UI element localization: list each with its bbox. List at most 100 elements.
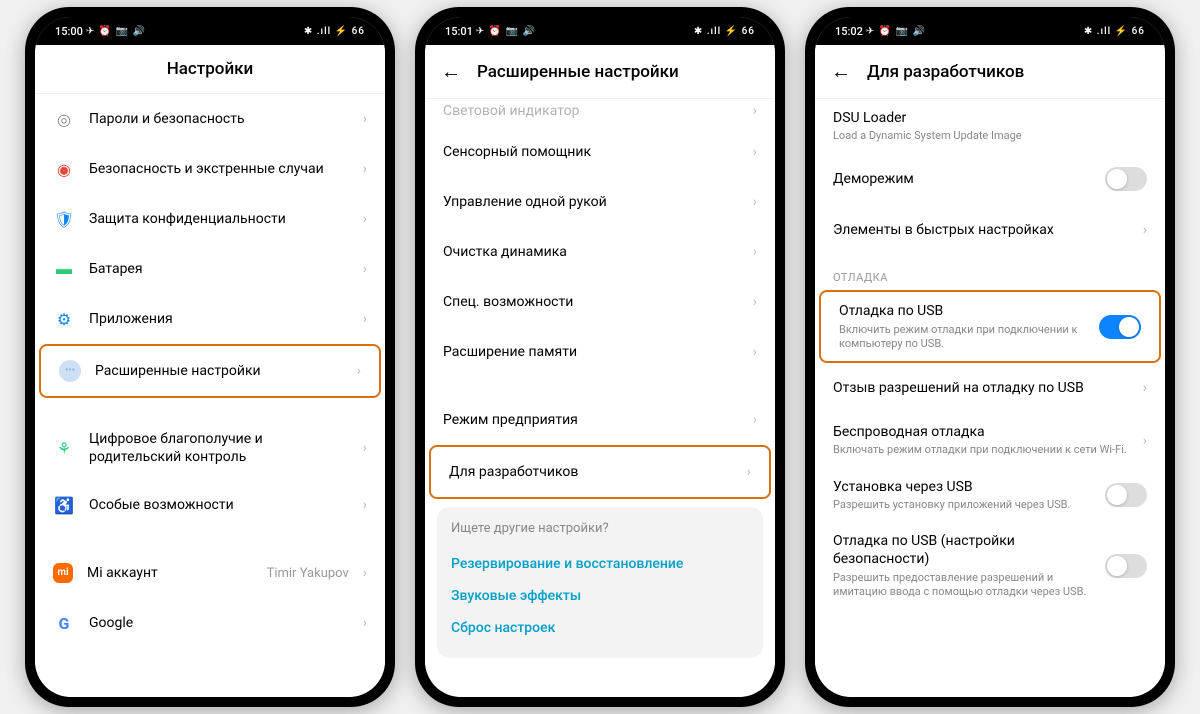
item-wireless-debugging[interactable]: Беспроводная отладка Включать режим отла… bbox=[815, 413, 1165, 467]
item-label: Батарея bbox=[89, 260, 349, 278]
toggle-usb-debugging[interactable] bbox=[1099, 315, 1141, 339]
status-time: 15:01 bbox=[445, 25, 473, 38]
item-usb-debugging[interactable]: Отладка по USB Включить режим отладки пр… bbox=[821, 292, 1159, 361]
item-advanced-settings[interactable]: ••• Расширенные настройки › bbox=[41, 346, 379, 396]
status-right-icons: ✱ .ıll ⚡ 66 bbox=[1084, 26, 1145, 37]
phone-frame-2: 15:01 ✈ ⏰ 📷 🔊 ✱ .ıll ⚡ 66 ← Расширенные … bbox=[415, 7, 785, 707]
item-label: Приложения bbox=[89, 310, 349, 328]
alarm-icon: ◉ bbox=[53, 158, 75, 180]
section-gap bbox=[35, 398, 385, 416]
status-right-icons: ✱ .ıll ⚡ 66 bbox=[694, 26, 755, 37]
item-subtitle: Разрешить предоставление разрешений и им… bbox=[833, 571, 1091, 600]
advanced-list[interactable]: Световой индикатор › Сенсорный помощник … bbox=[425, 99, 775, 697]
item-label: Спец. возможности bbox=[443, 293, 739, 311]
item-label: Отзыв разрешений на отладку по USB bbox=[833, 379, 1129, 397]
phone-frame-1: 15:00 ✈ ⏰ 📷 🔊 ✱ .ıll ⚡ 66 Настройки ◎ Па… bbox=[25, 7, 395, 707]
status-left-icons: ✈ ⏰ 📷 🔊 bbox=[476, 26, 536, 37]
item-label: Расширенные настройки bbox=[95, 362, 343, 380]
item-revoke-usb-auth[interactable]: Отзыв разрешений на отладку по USB › bbox=[815, 363, 1165, 413]
item-quick-settings-tiles[interactable]: Элементы в быстрых настройках › bbox=[815, 205, 1165, 255]
wellbeing-icon: ⚘ bbox=[53, 437, 75, 459]
suggestion-link-backup[interactable]: Резервирование и восстановление bbox=[451, 548, 749, 580]
gear-icon: ⚙ bbox=[53, 308, 75, 330]
section-gap bbox=[35, 530, 385, 548]
chevron-right-icon: › bbox=[363, 111, 367, 127]
item-label: Установка через USB bbox=[833, 478, 1091, 496]
item-accessibility[interactable]: ♿ Особые возможности › bbox=[35, 480, 385, 530]
google-icon: G bbox=[53, 612, 75, 634]
back-button[interactable]: ← bbox=[831, 59, 851, 84]
chevron-right-icon: › bbox=[747, 464, 751, 480]
section-header-debug: ОТЛАДКА bbox=[815, 255, 1165, 290]
toggle-demo-mode[interactable] bbox=[1105, 167, 1147, 191]
item-label: Google bbox=[89, 614, 349, 632]
item-label: Цифровое благополучие и родительский кон… bbox=[89, 430, 349, 466]
accessibility-icon: ♿ bbox=[53, 494, 75, 516]
item-label: Особые возможности bbox=[89, 496, 349, 514]
toggle-install-usb[interactable] bbox=[1105, 483, 1147, 507]
chevron-right-icon: › bbox=[363, 161, 367, 177]
item-label: Беспроводная отладка bbox=[833, 423, 1129, 441]
section-gap bbox=[425, 377, 775, 395]
item-touch-assistant[interactable]: Сенсорный помощник › bbox=[425, 127, 775, 177]
item-label: Отладка по USB (настройки безопасности) bbox=[833, 532, 1091, 568]
battery-icon: ▬ bbox=[53, 258, 75, 280]
item-mi-account[interactable]: mi Mi аккаунт Timir Yakupov › bbox=[35, 548, 385, 598]
status-left-icons: ✈ ⏰ 📷 🔊 bbox=[86, 26, 146, 37]
mi-icon: mi bbox=[53, 563, 73, 583]
item-usb-debug-security[interactable]: Отладка по USB (настройки безопасности) … bbox=[815, 522, 1165, 609]
item-developer-options[interactable]: Для разработчиков › bbox=[431, 447, 769, 497]
suggestion-link-reset[interactable]: Сброс настроек bbox=[451, 612, 749, 644]
header: Настройки bbox=[35, 45, 385, 94]
item-memory-extension[interactable]: Расширение памяти › bbox=[425, 327, 775, 377]
screen-3: 15:02 ✈ ⏰ 📷 🔊 ✱ .ıll ⚡ 66 ← Для разработ… bbox=[815, 17, 1165, 697]
item-label: Безопасность и экстренные случаи bbox=[89, 160, 349, 178]
suggestion-link-sound[interactable]: Звуковые эффекты bbox=[451, 580, 749, 612]
item-special-features[interactable]: Спец. возможности › bbox=[425, 277, 775, 327]
item-google[interactable]: G Google › bbox=[35, 598, 385, 648]
status-time: 15:02 bbox=[835, 25, 863, 38]
chevron-right-icon: › bbox=[363, 615, 367, 631]
item-digital-wellbeing[interactable]: ⚘ Цифровое благополучие и родительский к… bbox=[35, 416, 385, 480]
phone-frame-3: 15:02 ✈ ⏰ 📷 🔊 ✱ .ıll ⚡ 66 ← Для разработ… bbox=[805, 7, 1175, 707]
settings-list[interactable]: ◎ Пароли и безопасность › ◉ Безопасность… bbox=[35, 94, 385, 697]
item-clear-speaker[interactable]: Очистка динамика › bbox=[425, 227, 775, 277]
item-install-via-usb[interactable]: Установка через USB Разрешить установку … bbox=[815, 468, 1165, 522]
chevron-right-icon: › bbox=[753, 244, 757, 260]
item-dsu-loader[interactable]: DSU Loader Load a Dynamic System Update … bbox=[815, 99, 1165, 153]
suggestion-box: Ищете другие настройки? Резервирование и… bbox=[437, 507, 763, 658]
item-cut-off[interactable]: Световой индикатор › bbox=[425, 99, 775, 127]
dots-icon: ••• bbox=[59, 360, 81, 382]
status-right-icons: ✱ .ıll ⚡ 66 bbox=[304, 26, 365, 37]
item-demo-mode[interactable]: Деморежим bbox=[815, 153, 1165, 205]
item-privacy[interactable]: 🛡 Защита конфиденциальности › bbox=[35, 194, 385, 244]
item-label: Расширение памяти bbox=[443, 343, 739, 361]
fingerprint-icon: ◎ bbox=[53, 108, 75, 130]
developer-list[interactable]: DSU Loader Load a Dynamic System Update … bbox=[815, 99, 1165, 697]
item-battery[interactable]: ▬ Батарея › bbox=[35, 244, 385, 294]
item-subtitle: Load a Dynamic System Update Image bbox=[833, 129, 1147, 143]
item-enterprise-mode[interactable]: Режим предприятия › bbox=[425, 395, 775, 445]
chevron-right-icon: › bbox=[363, 311, 367, 327]
screen-2: 15:01 ✈ ⏰ 📷 🔊 ✱ .ıll ⚡ 66 ← Расширенные … bbox=[425, 17, 775, 697]
item-one-hand[interactable]: Управление одной рукой › bbox=[425, 177, 775, 227]
chevron-right-icon: › bbox=[363, 211, 367, 227]
status-left-icons: ✈ ⏰ 📷 🔊 bbox=[866, 26, 926, 37]
item-safety-emergency[interactable]: ◉ Безопасность и экстренные случаи › bbox=[35, 144, 385, 194]
suggestion-title: Ищете другие настройки? bbox=[451, 521, 749, 536]
back-button[interactable]: ← bbox=[441, 59, 461, 84]
item-label: Пароли и безопасность bbox=[89, 110, 349, 128]
item-passwords-security[interactable]: ◎ Пароли и безопасность › bbox=[35, 94, 385, 144]
highlight-box: Отладка по USB Включить режим отладки пр… bbox=[819, 290, 1161, 363]
chevron-right-icon: › bbox=[1143, 433, 1147, 449]
toggle-usb-security[interactable] bbox=[1105, 554, 1147, 578]
item-subtitle: Включить режим отладки при подключении к… bbox=[839, 323, 1085, 352]
header: ← Для разработчиков bbox=[815, 45, 1165, 99]
camera-notch bbox=[985, 25, 995, 35]
item-label: Элементы в быстрых настройках bbox=[833, 221, 1129, 239]
chevron-right-icon: › bbox=[363, 565, 367, 581]
item-label: DSU Loader bbox=[833, 109, 1147, 127]
item-label: Деморежим bbox=[833, 170, 1091, 188]
chevron-right-icon: › bbox=[1143, 222, 1147, 238]
item-apps[interactable]: ⚙ Приложения › bbox=[35, 294, 385, 344]
